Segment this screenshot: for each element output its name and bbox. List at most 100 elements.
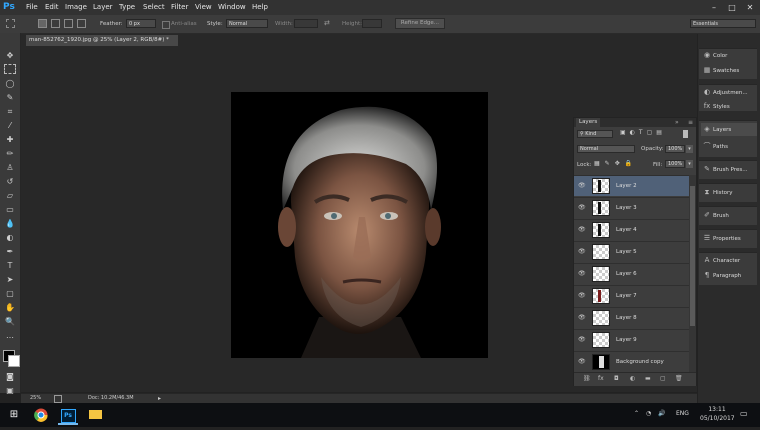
panel-styles[interactable]: fx Styles <box>701 100 757 110</box>
visibility-eye-icon[interactable]: 👁 <box>578 182 586 190</box>
panel-swatches[interactable]: ▦ Swatches <box>701 64 757 77</box>
eyedropper-icon[interactable]: ⁄ <box>3 120 17 132</box>
menu-edit[interactable]: Edit <box>45 0 59 15</box>
panel-brush[interactable]: ✐ Brush <box>701 209 757 222</box>
menu-type[interactable]: Type <box>119 0 135 15</box>
fx-icon[interactable]: fx <box>598 373 604 384</box>
screen-mode-icon[interactable]: ▣ <box>3 385 17 397</box>
intersect-selection-icon[interactable] <box>77 19 86 28</box>
visibility-eye-icon[interactable]: 👁 <box>578 292 586 300</box>
history-brush-icon[interactable]: ↺ <box>3 176 17 188</box>
show-hidden-icons-icon[interactable]: ⌃ <box>634 410 639 417</box>
move-tool-icon[interactable]: ✥ <box>3 50 17 62</box>
marquee-tool-preset-icon[interactable] <box>6 19 15 28</box>
fill-input[interactable]: 100% <box>665 160 685 168</box>
quick-mask-icon[interactable]: ◙ <box>3 371 17 383</box>
eraser-icon[interactable]: ▱ <box>3 190 17 202</box>
refine-edge-button[interactable]: Refine Edge... <box>395 18 445 29</box>
background-color-swatch[interactable] <box>8 355 20 367</box>
file-explorer-icon[interactable] <box>85 405 105 425</box>
menu-window[interactable]: Window <box>218 0 246 15</box>
feather-input[interactable]: 0 px <box>126 19 156 28</box>
visibility-eye-icon[interactable]: 👁 <box>578 358 586 366</box>
layer-filter-icons[interactable]: ▣◐T▢▤ <box>620 129 666 136</box>
chrome-icon[interactable] <box>31 405 51 425</box>
width-input[interactable] <box>294 19 318 28</box>
visibility-eye-icon[interactable]: 👁 <box>578 314 586 322</box>
workspace-select[interactable]: Essentials <box>690 19 756 28</box>
panel-paths[interactable]: ⌒ Paths <box>701 140 757 153</box>
filter-toggle[interactable] <box>683 130 688 138</box>
panel-color[interactable]: ◉ Color <box>701 49 757 62</box>
blend-mode-select[interactable]: Normal <box>577 145 635 153</box>
opacity-dropdown-icon[interactable]: ▾ <box>686 145 693 153</box>
document-tab[interactable]: man-852762_1920.jpg @ 25% (Layer 2, RGB/… <box>26 35 178 54</box>
document-image[interactable] <box>231 92 488 358</box>
layer-filter-select[interactable]: ⚲ Kind <box>577 130 613 138</box>
visibility-eye-icon[interactable]: 👁 <box>578 336 586 344</box>
blur-icon[interactable]: 💧 <box>3 218 17 230</box>
rectangular-marquee-icon[interactable] <box>4 64 16 74</box>
healing-brush-icon[interactable]: ✚ <box>3 134 17 146</box>
lasso-icon[interactable]: ◯ <box>3 78 17 90</box>
add-mask-icon[interactable]: ◘ <box>614 373 619 384</box>
panel-properties[interactable]: ☰ Properties <box>701 232 757 245</box>
crop-icon[interactable]: ⌗ <box>3 106 17 118</box>
windows-start-icon[interactable]: ⊞ <box>4 405 24 425</box>
visibility-eye-icon[interactable]: 👁 <box>578 248 586 256</box>
visibility-eye-icon[interactable]: 👁 <box>578 226 586 234</box>
panel-paragraph[interactable]: ¶ Paragraph <box>701 269 757 282</box>
adjustment-layer-icon[interactable]: ◐ <box>630 373 635 384</box>
clock-time[interactable]: 13:11 <box>704 406 730 413</box>
status-info-icon[interactable] <box>54 395 62 403</box>
quick-selection-icon[interactable]: ✎ <box>3 92 17 104</box>
lock-icons[interactable]: ▦✎✥🔒 <box>594 160 637 167</box>
new-layer-icon[interactable]: ▢ <box>660 373 666 384</box>
swap-dimensions-icon[interactable]: ⇄ <box>324 19 330 27</box>
notifications-icon[interactable]: ▭ <box>740 409 748 418</box>
add-selection-icon[interactable] <box>51 19 60 28</box>
layer-row[interactable]: 👁 Layer 7 <box>574 285 689 306</box>
minimize-button[interactable]: – <box>706 0 722 15</box>
antialias-checkbox[interactable] <box>162 21 170 29</box>
close-button[interactable]: ✕ <box>742 0 758 15</box>
layers-scrollbar-thumb[interactable] <box>690 186 695 326</box>
visibility-eye-icon[interactable]: 👁 <box>578 270 586 278</box>
new-group-icon[interactable]: ▬ <box>645 373 651 384</box>
panel-brush-presets[interactable]: ✎ Brush Pres... <box>701 163 757 176</box>
delete-layer-icon[interactable]: 🗑 <box>675 373 683 384</box>
layer-row[interactable]: 👁 Layer 5 <box>574 241 689 262</box>
gradient-icon[interactable]: ▭ <box>3 204 17 216</box>
layer-row[interactable]: 👁 Layer 4 <box>574 219 689 240</box>
rectangle-shape-icon[interactable]: ▢ <box>3 288 17 300</box>
menu-select[interactable]: Select <box>143 0 165 15</box>
brush-icon[interactable]: ✏ <box>3 148 17 160</box>
photoshop-taskbar-icon[interactable]: Ps <box>58 405 78 425</box>
menu-image[interactable]: Image <box>65 0 87 15</box>
collapse-panel-icon[interactable]: » <box>675 118 679 127</box>
layer-row[interactable]: 👁 Layer 3 <box>574 197 689 218</box>
menu-file[interactable]: File <box>26 0 38 15</box>
visibility-eye-icon[interactable]: 👁 <box>578 204 586 212</box>
layer-row[interactable]: 👁 Layer 9 <box>574 329 689 350</box>
subtract-selection-icon[interactable] <box>64 19 73 28</box>
layer-row[interactable]: 👁 Layer 2 <box>574 175 689 196</box>
type-icon[interactable]: T <box>3 260 17 272</box>
clone-stamp-icon[interactable]: ♙ <box>3 162 17 174</box>
layer-row[interactable]: 👁 Layer 8 <box>574 307 689 328</box>
maximize-button[interactable]: □ <box>724 0 740 15</box>
panel-history[interactable]: ⧗ History <box>701 186 757 199</box>
layer-row[interactable]: 👁 Background copy <box>574 351 689 372</box>
dodge-icon[interactable]: ◐ <box>3 232 17 244</box>
clock-date[interactable]: 05/10/2017 <box>700 415 735 422</box>
panel-character[interactable]: A Character <box>701 254 757 267</box>
style-select[interactable]: Normal <box>226 19 268 28</box>
zoom-icon[interactable]: 🔍 <box>3 316 17 328</box>
hand-icon[interactable]: ✋ <box>3 302 17 314</box>
height-input[interactable] <box>362 19 382 28</box>
layers-tab[interactable]: Layers <box>576 118 601 127</box>
panel-adjustments[interactable]: ◐ Adjustmen... <box>701 86 757 99</box>
zoom-level[interactable]: 25% <box>30 394 41 403</box>
panel-menu-icon[interactable]: ≡ <box>688 118 693 127</box>
language-indicator[interactable]: ENG <box>676 410 689 417</box>
